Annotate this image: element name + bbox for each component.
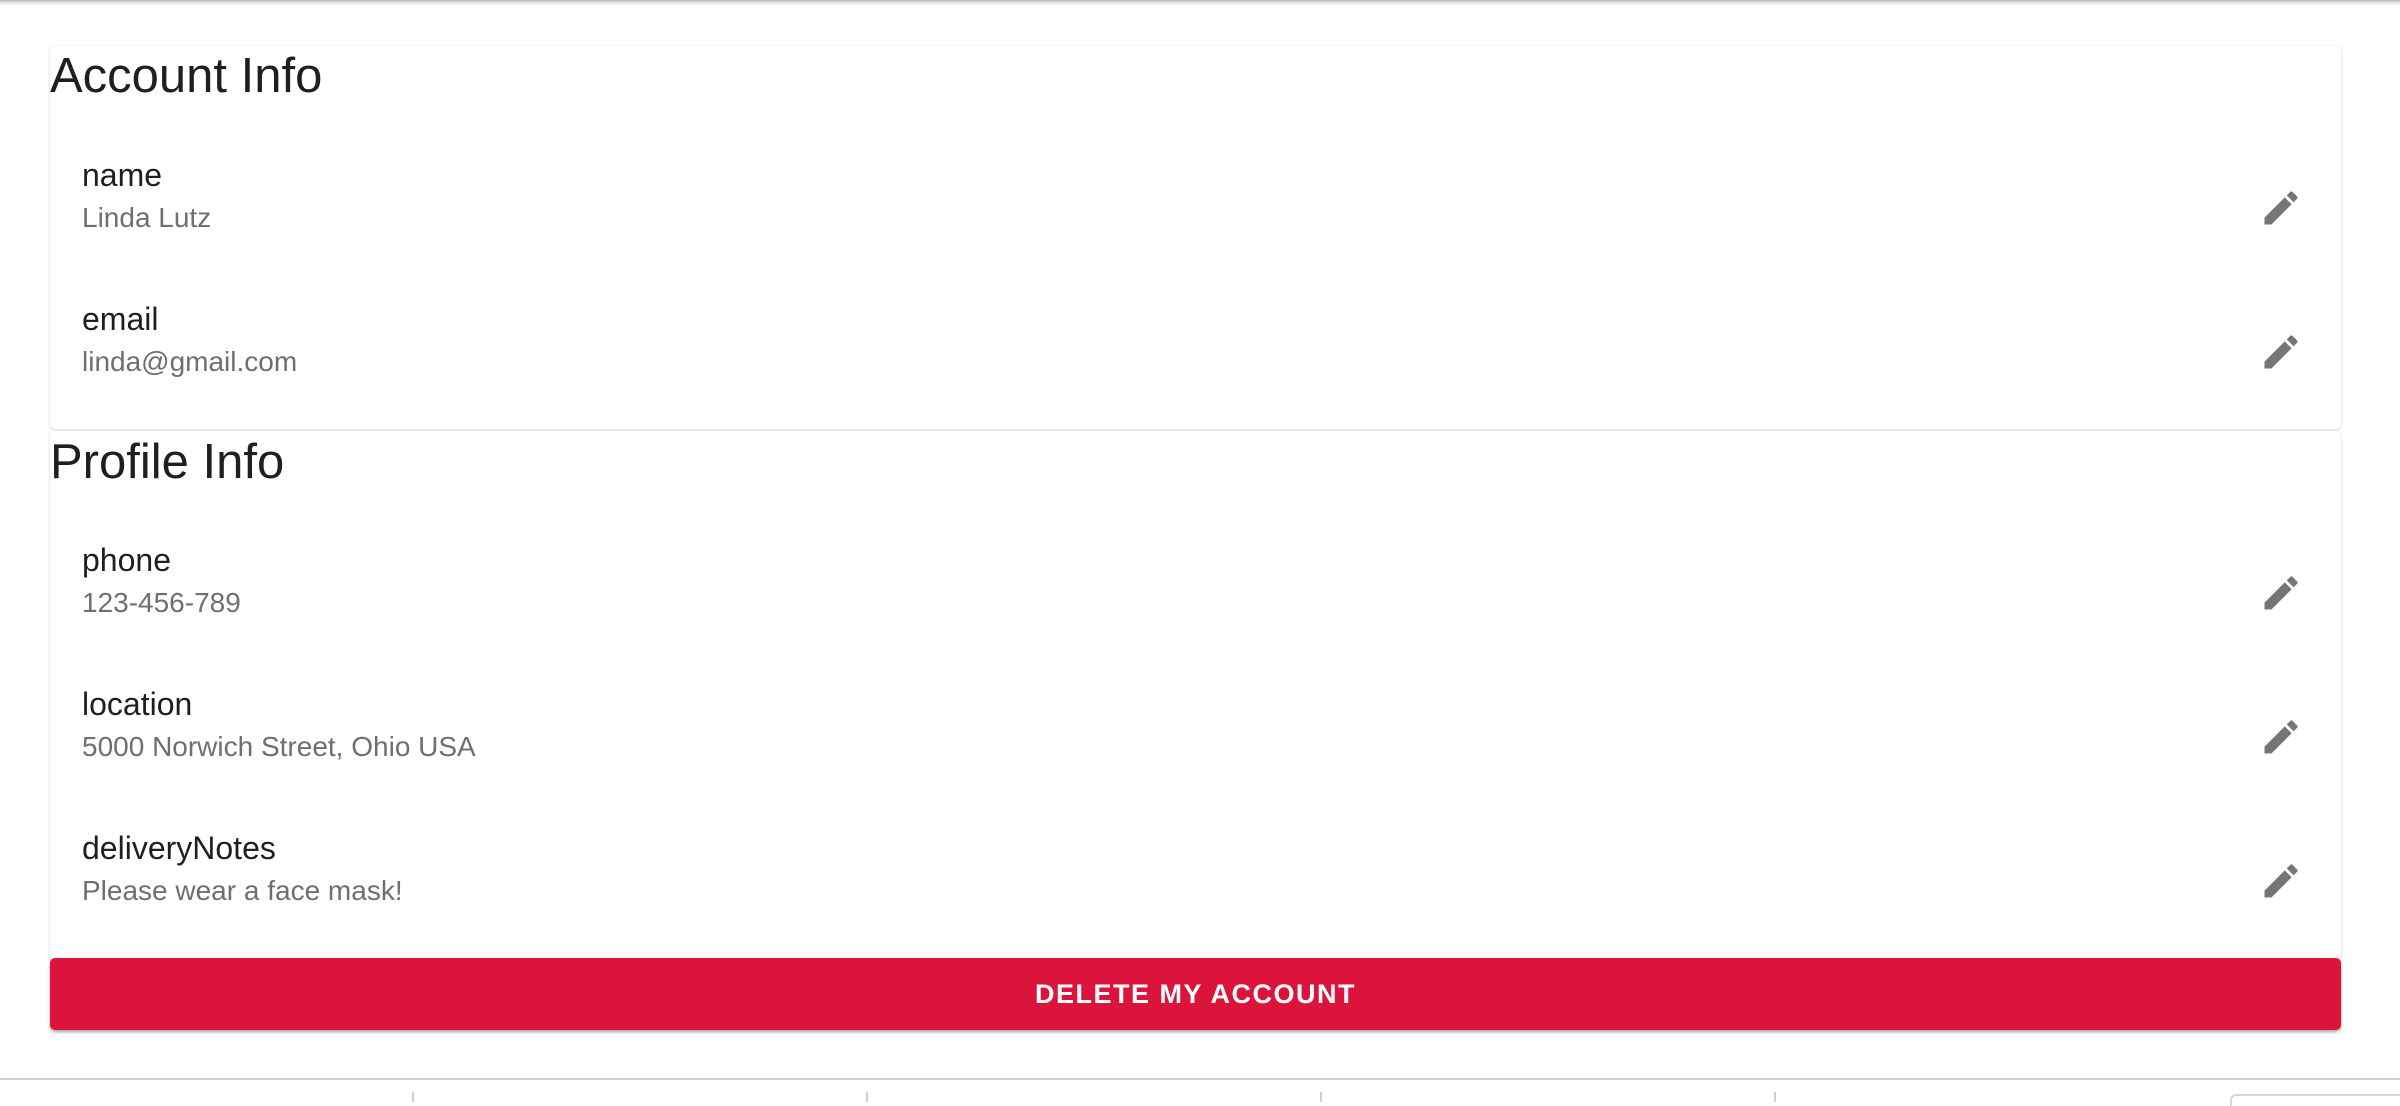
profile-info-card: Profile Info phone 123-456-789 location … [50, 431, 2341, 961]
edit-delivery-notes-button[interactable] [2259, 859, 2303, 903]
field-label: location [82, 686, 193, 722]
bottom-nav-corner [2230, 1094, 2400, 1106]
field-value: Please wear a face mask! [82, 875, 403, 906]
field-value: 5000 Norwich Street, Ohio USA [82, 731, 476, 762]
tab-divider [1774, 1092, 1776, 1102]
profile-field-phone: phone 123-456-789 [82, 541, 2341, 651]
delete-account-button[interactable]: DELETE MY ACCOUNT [50, 958, 2341, 1030]
profile-info-title: Profile Info [50, 435, 285, 489]
account-info-card: Account Info name Linda Lutz email linda… [50, 46, 2341, 429]
field-label: name [82, 157, 163, 193]
account-field-email: email linda@gmail.com [82, 300, 2341, 410]
tab-divider [1320, 1092, 1322, 1102]
account-info-title: Account Info [50, 49, 323, 103]
pencil-icon [2264, 576, 2298, 610]
tab-divider [412, 1092, 414, 1102]
edit-location-button[interactable] [2259, 715, 2303, 759]
pencil-icon [2264, 720, 2298, 754]
field-label: email [82, 301, 159, 337]
edit-name-button[interactable] [2259, 186, 2303, 230]
field-value: linda@gmail.com [82, 346, 298, 377]
field-value: Linda Lutz [82, 202, 212, 233]
profile-field-delivery-notes: deliveryNotes Please wear a face mask! [82, 829, 2341, 939]
profile-page: Account Info name Linda Lutz email linda… [50, 46, 2341, 961]
field-label: deliveryNotes [82, 830, 276, 866]
edit-email-button[interactable] [2259, 330, 2303, 374]
field-value: 123-456-789 [82, 587, 241, 618]
app-bar-shadow [0, 0, 2400, 6]
profile-field-location: location 5000 Norwich Street, Ohio USA [82, 685, 2341, 795]
pencil-icon [2264, 191, 2298, 225]
edit-phone-button[interactable] [2259, 571, 2303, 615]
pencil-icon [2264, 864, 2298, 898]
pencil-icon [2264, 335, 2298, 369]
bottom-navigation [0, 1078, 2400, 1106]
field-label: phone [82, 542, 171, 578]
account-field-name: name Linda Lutz [82, 156, 2341, 266]
tab-divider [866, 1092, 868, 1102]
